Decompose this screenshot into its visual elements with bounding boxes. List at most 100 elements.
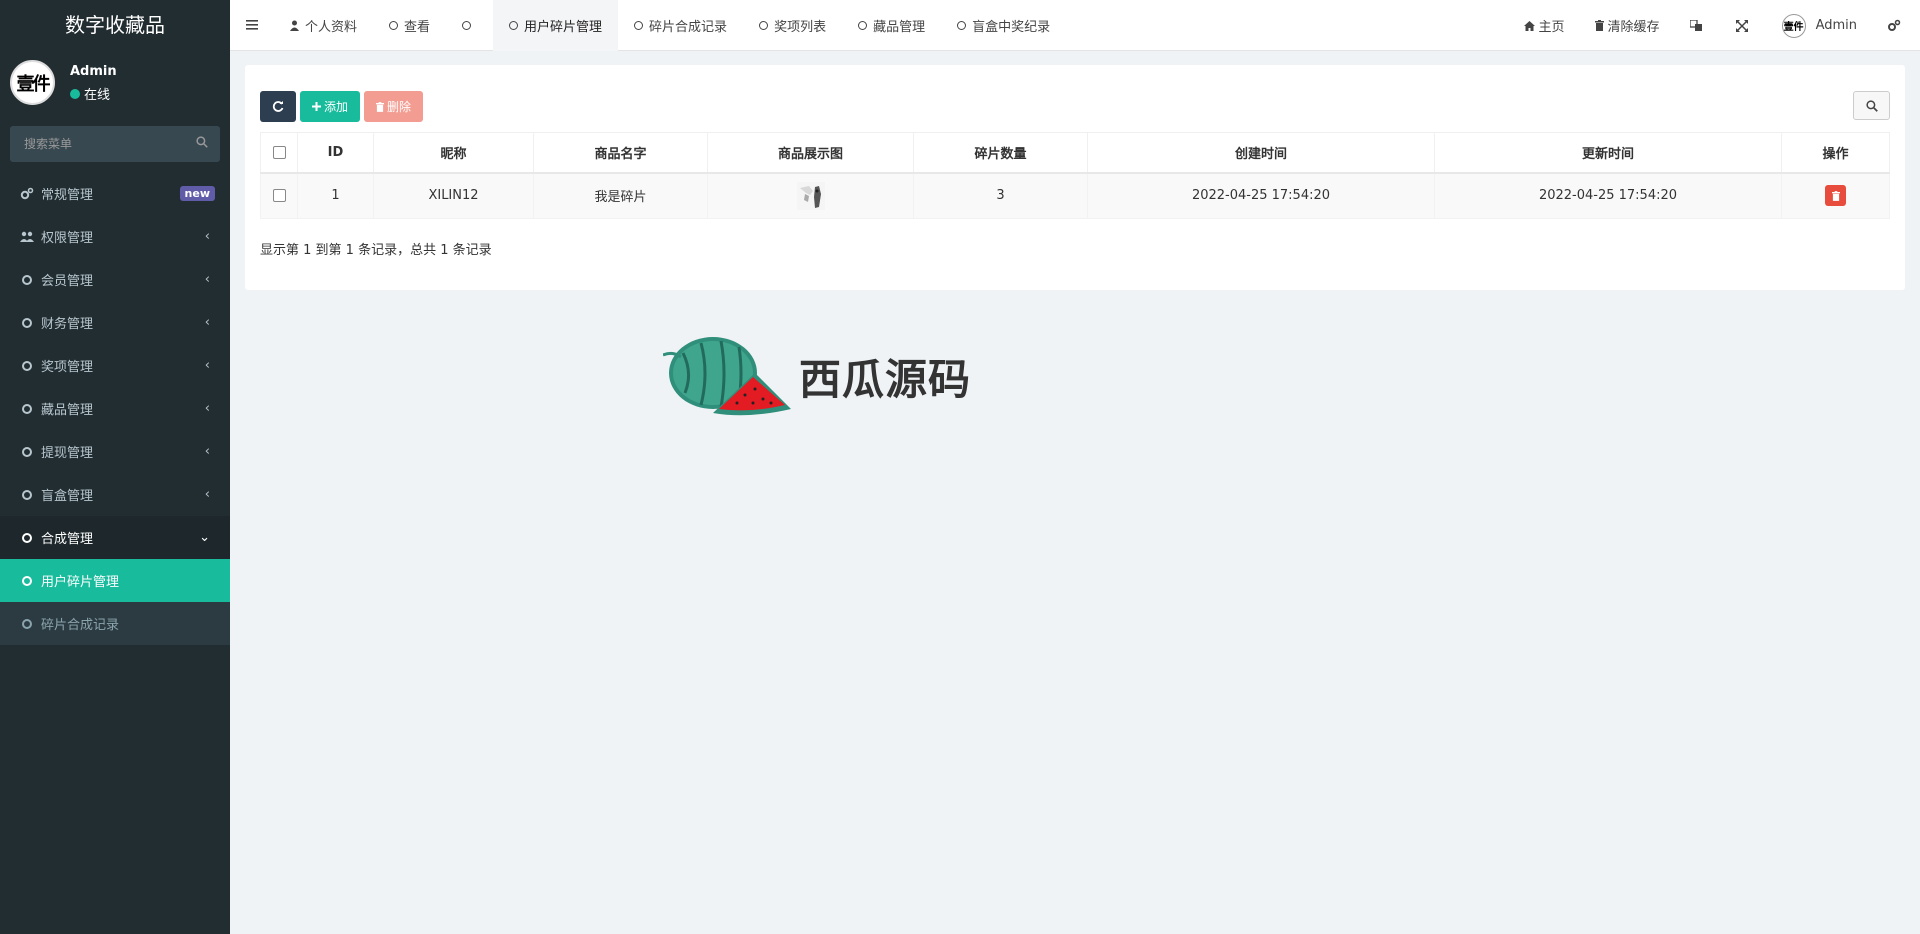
circle-o-icon: [20, 574, 34, 588]
search-icon[interactable]: [196, 136, 208, 148]
sidebar-item-awards[interactable]: 奖项管理 ‹: [0, 344, 230, 387]
watermark-text: 西瓜源码: [799, 354, 972, 404]
sidebar-item-synthesis[interactable]: 合成管理 ⌄: [0, 516, 230, 559]
tab-blindbox-records[interactable]: 盲盒中奖纪录: [941, 0, 1066, 51]
sidebar-search: [10, 126, 220, 162]
tab-bar: 个人资料 查看 用户碎片管理 碎片合成记录 奖项列表 藏品管理 盲盒中奖纪录: [274, 0, 1066, 51]
circle-o-icon: [634, 20, 644, 30]
row-delete-button[interactable]: [1825, 185, 1846, 207]
circle-o-icon: [20, 617, 34, 631]
column-header[interactable]: 商品名字: [533, 132, 708, 174]
column-header[interactable]: 创建时间: [1087, 132, 1435, 174]
user-name: Admin: [70, 64, 117, 79]
delete-button[interactable]: 删除: [364, 91, 424, 122]
expand-icon: [1735, 19, 1748, 32]
pagination-info: 显示第 1 到第 1 条记录，总共 1 条记录: [260, 243, 492, 258]
tab-label: 藏品管理: [873, 19, 926, 35]
tab-untitled[interactable]: [446, 0, 493, 51]
watermark: 西瓜源码: [663, 333, 971, 419]
column-header: 操作: [1781, 132, 1890, 174]
sidebar-item-label: 常规管理: [41, 188, 94, 203]
content-panel: 添加 删除 ID 昵称 商品名字 商品展示图 碎片数量 创建时间 更新时间 操作: [245, 65, 1905, 290]
avatar: 壹件: [1781, 13, 1806, 38]
chevron-left-icon: ‹: [204, 487, 210, 502]
circle-o-icon: [858, 20, 868, 30]
tab-view[interactable]: 查看: [373, 0, 446, 51]
sidebar-item-withdraw[interactable]: 提现管理 ‹: [0, 430, 230, 473]
watermelon-logo-icon: [663, 337, 791, 416]
sidebar-item-collections[interactable]: 藏品管理 ‹: [0, 387, 230, 430]
settings-button[interactable]: [1872, 0, 1920, 51]
table-row[interactable]: 1 XILIN12 我是碎片 3 2022-04-25 17:54:20 202…: [260, 172, 1890, 219]
search-toggle-button[interactable]: [1853, 91, 1890, 120]
sidebar-item-general[interactable]: 常规管理 new: [0, 172, 230, 215]
user-icon: [290, 20, 299, 31]
avatar: 壹件: [10, 60, 55, 105]
chevron-left-icon: ‹: [204, 444, 210, 459]
cell-created: 2022-04-25 17:54:20: [1087, 172, 1435, 219]
cell-goods-image: [707, 172, 914, 219]
chevron-down-icon: ⌄: [199, 530, 210, 545]
tab-user-fragments[interactable]: 用户碎片管理: [493, 0, 619, 51]
sidebar-item-finance[interactable]: 财务管理 ‹: [0, 301, 230, 344]
column-header[interactable]: 昵称: [373, 132, 534, 174]
select-all-checkbox[interactable]: [272, 145, 286, 159]
sidebar-item-fragment-records[interactable]: 碎片合成记录: [0, 602, 230, 645]
circle-o-icon: [20, 402, 34, 416]
goods-thumbnail[interactable]: [796, 181, 825, 210]
cogs-icon: [1888, 19, 1901, 31]
circle-o-icon: [462, 20, 472, 30]
user-menu-label: Admin: [1815, 18, 1857, 33]
fullscreen-button[interactable]: [1721, 0, 1767, 51]
select-all-cell: [260, 132, 298, 174]
sidebar-item-permissions[interactable]: 权限管理 ‹: [0, 215, 230, 258]
language-button[interactable]: [1675, 0, 1721, 51]
tab-profile[interactable]: 个人资料: [274, 0, 373, 51]
circle-o-icon: [20, 316, 34, 330]
chevron-left-icon: ‹: [204, 272, 210, 287]
sidebar-item-blindbox[interactable]: 盲盒管理 ‹: [0, 473, 230, 516]
new-badge: new: [179, 186, 215, 201]
circle-o-icon: [759, 20, 769, 30]
menu-search-input[interactable]: [10, 126, 220, 162]
tab-fragment-records[interactable]: 碎片合成记录: [618, 0, 743, 51]
sidebar-item-members[interactable]: 会员管理 ‹: [0, 258, 230, 301]
user-panel: 壹件 Admin 在线: [0, 50, 230, 120]
row-checkbox[interactable]: [272, 189, 286, 203]
column-header[interactable]: 更新时间: [1434, 132, 1782, 174]
home-link[interactable]: 主页: [1509, 0, 1580, 51]
column-header[interactable]: 碎片数量: [913, 132, 1088, 174]
circle-o-icon: [20, 488, 34, 502]
circle-o-icon: [20, 445, 34, 459]
chevron-left-icon: ‹: [204, 358, 210, 373]
refresh-icon: [272, 100, 284, 112]
circle-o-icon: [20, 273, 34, 287]
add-button[interactable]: 添加: [300, 91, 361, 122]
trash-icon: [1594, 20, 1604, 31]
column-header[interactable]: ID: [297, 132, 374, 174]
circle-o-icon: [957, 20, 967, 30]
app-logo-title[interactable]: 数字收藏品: [0, 0, 230, 50]
sidebar-item-label: 合成管理: [41, 532, 94, 547]
clear-cache-button[interactable]: 清除缓存: [1580, 0, 1675, 51]
tab-collections[interactable]: 藏品管理: [842, 0, 941, 51]
sidebar-menu: 常规管理 new 权限管理 ‹ 会员管理 ‹ 财务管理 ‹ 奖项管理 ‹ 藏品管…: [0, 172, 230, 645]
tab-label: 碎片合成记录: [649, 19, 728, 35]
trash-icon: [1831, 190, 1840, 201]
cogs-icon: [20, 187, 34, 201]
toolbar: 添加 删除: [260, 91, 424, 122]
online-dot-icon: [70, 88, 80, 99]
tab-award-list[interactable]: 奖项列表: [743, 0, 842, 51]
top-header: 个人资料 查看 用户碎片管理 碎片合成记录 奖项列表 藏品管理 盲盒中奖纪录 主…: [230, 0, 1920, 51]
tab-label: 奖项列表: [774, 19, 827, 35]
cell-updated: 2022-04-25 17:54:20: [1434, 172, 1782, 219]
menu-toggle-icon[interactable]: [230, 0, 274, 51]
chevron-left-icon: ‹: [204, 401, 210, 416]
user-menu[interactable]: 壹件 Admin: [1767, 0, 1872, 51]
cell-actions: [1781, 172, 1890, 219]
refresh-button[interactable]: [260, 91, 296, 122]
sidebar-item-user-fragments[interactable]: 用户碎片管理: [0, 559, 230, 602]
column-header[interactable]: 商品展示图: [707, 132, 914, 174]
sidebar-item-label: 盲盒管理: [41, 489, 94, 504]
language-icon: [1689, 20, 1702, 31]
